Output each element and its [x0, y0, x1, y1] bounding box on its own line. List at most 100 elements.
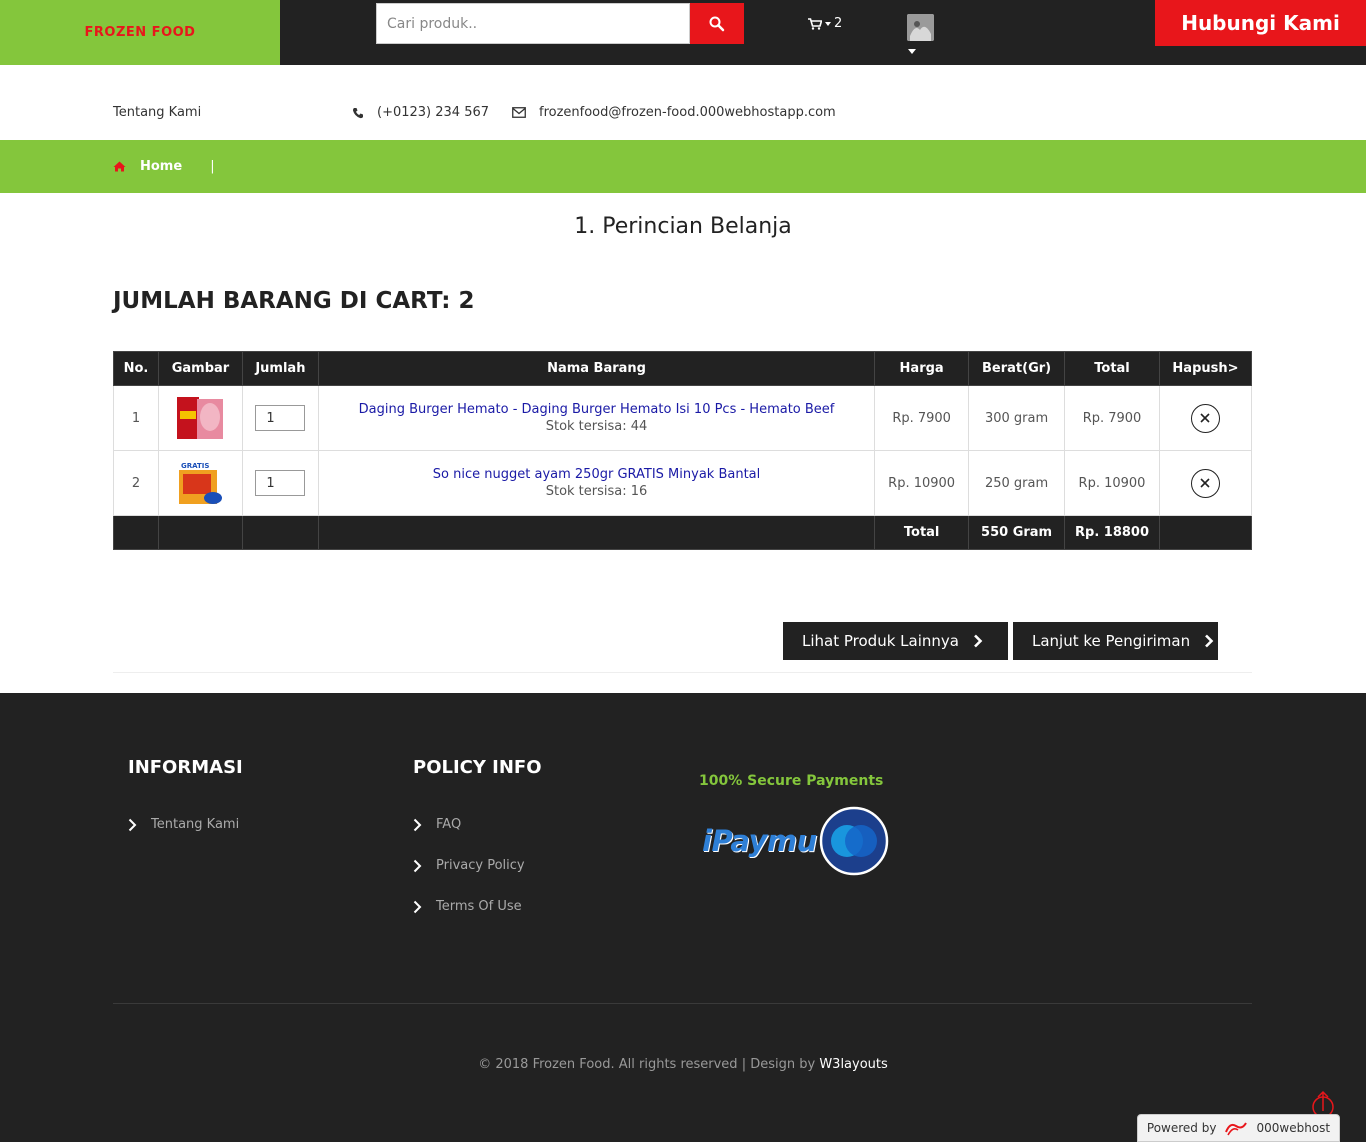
powered-by-label: Powered by [1146, 1121, 1217, 1135]
avatar[interactable] [907, 14, 934, 41]
price-cell: Rp. 7900 [874, 385, 970, 451]
email-info[interactable]: frozenfood@frozen-food.000webhostapp.com [512, 105, 836, 120]
cart-icon [808, 17, 822, 30]
quantity-input[interactable] [255, 405, 306, 431]
remove-cell [1158, 385, 1253, 451]
email-address: frozenfood@frozen-food.000webhostapp.com [539, 105, 836, 120]
remove-cell [1158, 450, 1253, 516]
divider [113, 672, 1252, 673]
chevron-right-icon [974, 634, 983, 648]
svg-text:GRATIS: GRATIS [181, 462, 209, 470]
total-weight: 550 Gram [968, 515, 1066, 550]
more-products-label: Lihat Produk Lainnya [802, 632, 959, 650]
footer: INFORMASI Tentang Kami POLICY INFO FAQ P… [0, 693, 1366, 1142]
col-weight: Berat(Gr) [968, 351, 1066, 386]
logo-text: FROZEN FOOD [84, 25, 196, 40]
stock-text: Stok tersisa: 44 [545, 419, 648, 434]
site-logo[interactable]: FROZEN FOOD [0, 0, 280, 65]
total-cell: Rp. 10900 [1064, 450, 1160, 516]
payment-brand: iPaymu [702, 824, 817, 858]
about-link[interactable]: Tentang Kami [113, 105, 201, 120]
continue-shipping-label: Lanjut ke Pengiriman [1032, 632, 1191, 650]
host-name: 000webhost [1256, 1121, 1331, 1135]
continue-shipping-button[interactable]: Lanjut ke Pengiriman [1013, 622, 1218, 660]
remove-item-button[interactable] [1190, 403, 1220, 433]
envelope-icon [512, 107, 526, 118]
cart-dropdown[interactable]: 2 [808, 16, 842, 31]
chevron-right-icon [413, 859, 422, 872]
col-price: Harga [874, 351, 970, 386]
breadcrumb: Home | [0, 140, 1366, 193]
ipaymu-logo: iPaymu [702, 806, 889, 876]
col-image: Gambar [157, 351, 243, 386]
weight-cell: 250 gram [968, 450, 1066, 516]
total-amount: Rp. 18800 [1064, 515, 1160, 550]
chevron-right-icon [1205, 634, 1214, 648]
search-icon [709, 16, 725, 31]
chevron-right-icon [128, 818, 137, 831]
close-icon [1200, 413, 1211, 423]
designer-link[interactable]: W3layouts [819, 1057, 887, 1072]
footer-divider [113, 1003, 1252, 1004]
caret-down-icon [825, 21, 831, 26]
footer-link-about[interactable]: Tentang Kami [128, 817, 239, 832]
weight-cell: 300 gram [968, 385, 1066, 451]
footer-link-faq[interactable]: FAQ [413, 817, 461, 832]
remove-item-button[interactable] [1190, 468, 1220, 498]
close-icon [1200, 478, 1211, 488]
cart-table: No. Gambar Jumlah Nama Barang Harga Bera… [113, 351, 1253, 550]
search-button[interactable] [690, 3, 744, 44]
col-name: Nama Barang [317, 351, 876, 386]
info-bar: Tentang Kami (+0123) 234 567 frozenfood@… [0, 65, 1366, 140]
phone-info: (+0123) 234 567 [352, 105, 489, 120]
table-row: 1 Daging Burger Hemato - Daging Burger H… [113, 385, 1253, 451]
row-number: 2 [113, 450, 159, 516]
product-link[interactable]: Daging Burger Hemato - Daging Burger Hem… [319, 402, 874, 417]
product-name-cell: Daging Burger Hemato - Daging Burger Hem… [317, 385, 876, 451]
breadcrumb-separator: | [210, 159, 215, 174]
product-thumbnail[interactable]: GRATIS [175, 458, 226, 508]
footer-link-privacy[interactable]: Privacy Policy [413, 858, 525, 873]
user-photo-icon [907, 14, 934, 41]
footer-link-terms[interactable]: Terms Of Use [413, 899, 522, 914]
more-products-button[interactable]: Lihat Produk Lainnya [783, 622, 1008, 660]
col-qty: Jumlah [241, 351, 319, 386]
col-no: No. [113, 351, 159, 386]
table-total-row: Total 550 Gram Rp. 18800 [113, 515, 1253, 550]
secure-payments-label: 100% Secure Payments [699, 773, 884, 789]
table-header-row: No. Gambar Jumlah Nama Barang Harga Bera… [113, 351, 1253, 386]
price-cell: Rp. 10900 [874, 450, 970, 516]
footer-info-heading: INFORMASI [128, 757, 243, 778]
top-navbar: FROZEN FOOD 2 Hubungi Kami [0, 0, 1366, 65]
cart-count: 2 [834, 16, 843, 31]
chevron-right-icon [413, 818, 422, 831]
product-name-cell: So nice nugget ayam 250gr GRATIS Minyak … [317, 450, 876, 516]
host-logo-icon [1225, 1122, 1248, 1136]
page-title: 1. Perincian Belanja [574, 214, 792, 239]
product-link[interactable]: So nice nugget ayam 250gr GRATIS Minyak … [319, 467, 874, 482]
quantity-input[interactable] [255, 470, 306, 496]
col-total: Total [1064, 351, 1160, 386]
product-image-cell: GRATIS [157, 450, 243, 516]
total-label: Total [874, 515, 970, 550]
table-row: 2 GRATIS So nice nugget ayam 250gr GRATI… [113, 450, 1253, 516]
search-input[interactable] [376, 3, 690, 44]
row-number: 1 [113, 385, 159, 451]
home-icon [113, 161, 126, 172]
phone-number: (+0123) 234 567 [377, 105, 490, 120]
product-thumbnail[interactable] [175, 393, 226, 443]
copyright: © 2018 Frozen Food. All rights reserved … [0, 1057, 1366, 1072]
qty-cell [241, 450, 319, 516]
col-remove: Hapush> [1158, 351, 1253, 386]
ipaymu-circle-icon [819, 806, 889, 876]
chevron-down-icon[interactable] [908, 49, 916, 54]
chevron-right-icon [413, 900, 422, 913]
contact-us-button[interactable]: Hubungi Kami [1155, 0, 1366, 46]
copyright-text: © 2018 Frozen Food. All rights reserved … [478, 1057, 816, 1072]
footer-policy-heading: POLICY INFO [413, 757, 542, 778]
cart-heading: JUMLAH BARANG DI CART: 2 [113, 288, 475, 314]
breadcrumb-home[interactable]: Home [140, 159, 182, 174]
hosting-badge[interactable]: Powered by 000webhost [1137, 1114, 1340, 1142]
product-image-cell [157, 385, 243, 451]
stock-text: Stok tersisa: 16 [545, 484, 648, 499]
